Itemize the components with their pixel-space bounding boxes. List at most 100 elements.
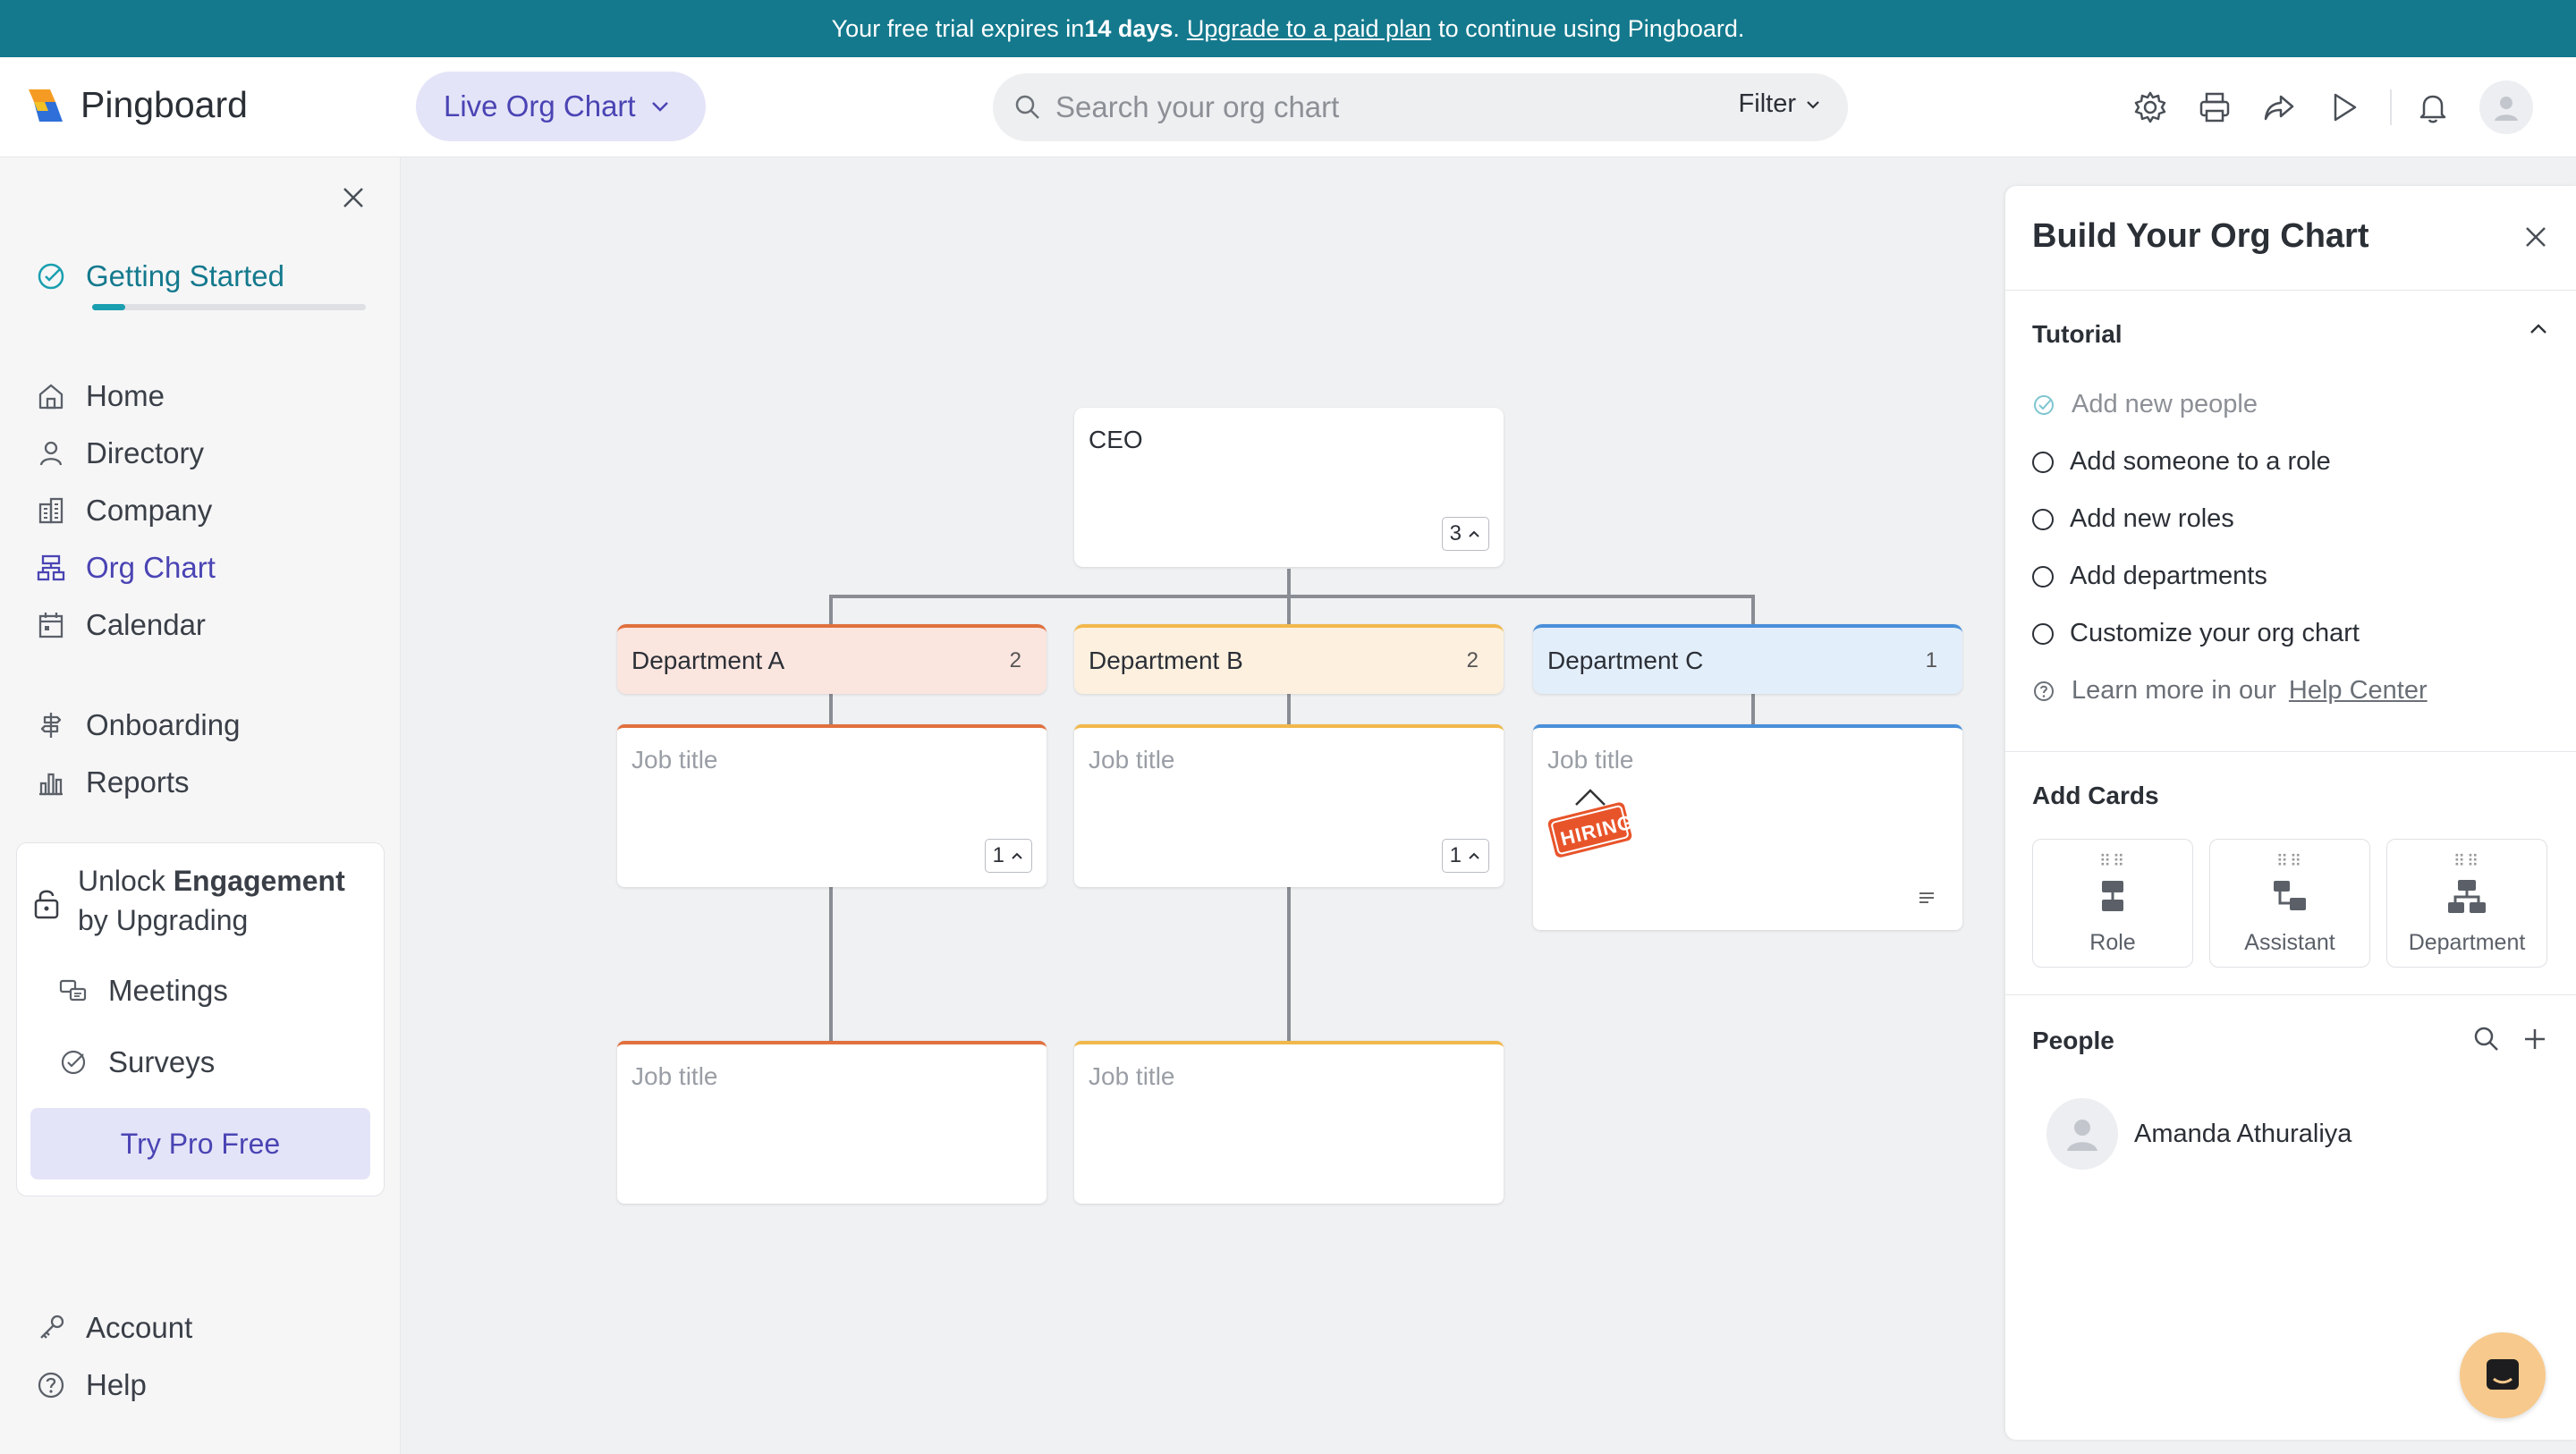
job-card[interactable]: Job title HIRING (1533, 724, 1962, 930)
search-icon[interactable] (2472, 1025, 2501, 1053)
divider (2005, 751, 2576, 752)
close-icon[interactable] (340, 184, 367, 211)
upgrade-item-label: Surveys (108, 1045, 216, 1078)
radio-circle-icon (2032, 451, 2054, 473)
toolbar-divider (2390, 89, 2392, 125)
add-assistant-card[interactable]: ⠿⠿ Assistant (2209, 839, 2370, 968)
banner-suffix: to continue using Pingboard. (1438, 14, 1745, 42)
department-name: Department B (1089, 647, 1243, 674)
person-list-item[interactable]: Amanda Athuraliya (2046, 1098, 2351, 1170)
sidebar: Getting Started Home Directory Company O… (0, 157, 401, 1454)
meetings-icon (58, 976, 89, 1006)
sidebar-item-company[interactable]: Company (36, 494, 212, 528)
sidebar-item-home[interactable]: Home (36, 379, 165, 413)
org-chart-canvas[interactable]: CEO 3 Department A 2 Department B 2 Depa… (401, 157, 2004, 1454)
job-card[interactable]: Job title (617, 1041, 1046, 1204)
add-role-card[interactable]: ⠿⠿ Role (2032, 839, 2193, 968)
try-pro-free-button[interactable]: Try Pro Free (30, 1108, 370, 1179)
tutorial-task[interactable]: Add new roles (2032, 504, 2234, 534)
department-card-c[interactable]: Department C 1 (1533, 624, 1962, 694)
person-name: Amanda Athuraliya (2134, 1119, 2352, 1148)
banner-prefix: Your free trial expires in (831, 14, 1085, 42)
add-person-plus-icon[interactable] (2521, 1025, 2549, 1053)
department-card-a[interactable]: Department A 2 (617, 624, 1046, 694)
sidebar-item-onboarding[interactable]: Onboarding (36, 708, 240, 742)
chevron-up-icon (1467, 528, 1481, 539)
sidebar-item-calendar[interactable]: Calendar (36, 608, 206, 642)
tutorial-task-done[interactable]: Add new people (2032, 390, 2258, 419)
tutorial-task-label: Add someone to a role (2070, 447, 2331, 476)
getting-started-progress (92, 304, 366, 310)
chevron-down-icon (1805, 99, 1821, 110)
tutorial-task[interactable]: Customize your org chart (2032, 619, 2360, 648)
sidebar-item-directory[interactable]: Directory (36, 436, 204, 470)
connector-line (829, 595, 833, 627)
job-card[interactable]: Job title 1 (617, 724, 1046, 887)
settings-gear-icon[interactable] (2129, 86, 2172, 129)
filter-button[interactable]: Filter (1739, 89, 1821, 119)
tutorial-task[interactable]: Add departments (2032, 562, 2267, 591)
banner-days: 14 days (1084, 14, 1174, 42)
sidebar-item-reports[interactable]: Reports (36, 765, 190, 799)
sidebar-item-help[interactable]: Help (36, 1368, 147, 1402)
user-avatar[interactable] (2479, 80, 2533, 134)
key-icon (36, 1313, 66, 1343)
play-presentation-icon[interactable] (2322, 86, 2365, 129)
upgrade-item-meetings[interactable]: Meetings (58, 974, 228, 1008)
notes-icon[interactable] (1918, 891, 1936, 905)
chevron-up-icon[interactable] (2528, 322, 2549, 336)
app-logo[interactable]: Pingboard (27, 84, 248, 126)
getting-started-label: Getting Started (86, 259, 284, 292)
reports-count: 1 (1449, 843, 1462, 867)
radio-circle-icon (2032, 565, 2054, 588)
sidebar-item-label: Directory (86, 436, 205, 469)
view-selector-label: Live Org Chart (444, 89, 636, 123)
tutorial-task-label: Add new people (2072, 390, 2258, 418)
drag-handle-icon: ⠿⠿ (2098, 852, 2127, 870)
department-card-icon (2446, 876, 2487, 917)
search-bar: Filter (993, 73, 1848, 141)
hiring-sign-icon: HIRING (1546, 787, 1636, 864)
add-card-label: Role (2089, 930, 2136, 955)
progress-fill (92, 304, 125, 310)
chat-launcher-button[interactable] (2460, 1332, 2546, 1418)
help-center-link[interactable]: Help Center (2289, 676, 2428, 706)
sidebar-item-org-chart[interactable]: Org Chart (36, 551, 216, 585)
upgrade-item-surveys[interactable]: Surveys (58, 1045, 215, 1079)
job-title-placeholder: Job title (631, 746, 718, 773)
reports-count-toggle[interactable]: 1 (1441, 839, 1489, 873)
tutorial-heading[interactable]: Tutorial (2032, 320, 2123, 349)
upgrade-link[interactable]: Upgrade to a paid plan (1187, 15, 1431, 43)
reports-count-toggle[interactable]: 1 (984, 839, 1032, 873)
job-card[interactable]: Job title (1074, 1041, 1504, 1204)
job-card[interactable]: Job title 1 (1074, 724, 1504, 887)
radio-circle-icon (2032, 508, 2054, 530)
ceo-card[interactable]: CEO 3 (1074, 408, 1504, 567)
notifications-bell-icon[interactable] (2411, 86, 2454, 129)
department-count: 2 (1466, 648, 1479, 672)
calendar-icon (36, 610, 66, 640)
reports-count: 1 (992, 843, 1004, 867)
tutorial-task[interactable]: Add someone to a role (2032, 447, 2331, 477)
getting-started-item[interactable]: Getting Started (36, 259, 284, 293)
reports-count-toggle[interactable]: 3 (1441, 517, 1489, 551)
add-department-card[interactable]: ⠿⠿ Department (2386, 839, 2547, 968)
search-icon (1014, 94, 1041, 121)
view-selector[interactable]: Live Org Chart (416, 72, 706, 141)
connector-line (1751, 595, 1755, 627)
filter-label: Filter (1738, 89, 1796, 118)
print-icon[interactable] (2193, 86, 2236, 129)
sidebar-item-account[interactable]: Account (36, 1311, 192, 1345)
org-chart-icon (36, 553, 66, 583)
help-icon (2032, 680, 2055, 703)
close-icon[interactable] (2522, 224, 2549, 250)
upgrade-item-label: Meetings (108, 974, 228, 1007)
sidebar-item-label: Company (86, 494, 213, 527)
department-card-b[interactable]: Department B 2 (1074, 624, 1504, 694)
panel-title: Build Your Org Chart (2032, 217, 2369, 255)
check-circle-icon (2032, 393, 2055, 417)
divider (2005, 290, 2576, 291)
share-icon[interactable] (2258, 86, 2301, 129)
lock-icon (31, 886, 62, 920)
search-input[interactable] (1055, 90, 1682, 124)
